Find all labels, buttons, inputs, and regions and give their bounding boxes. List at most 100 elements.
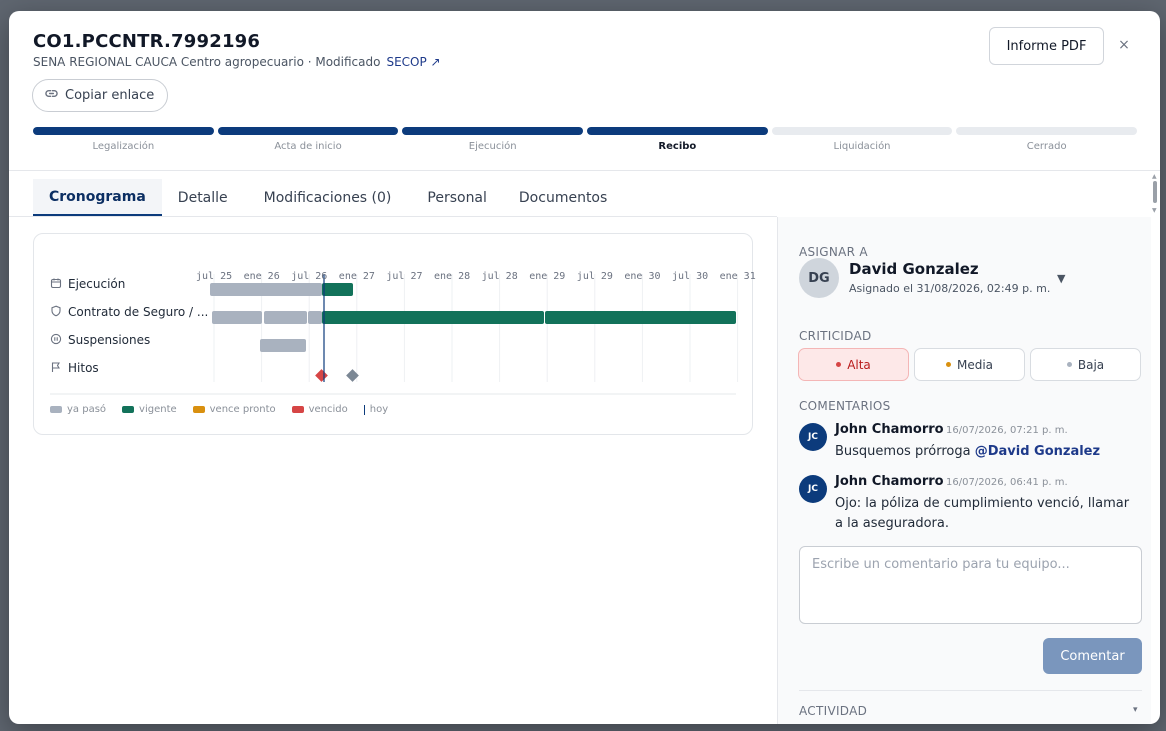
header-divider <box>9 170 1160 171</box>
tab-detalle[interactable]: Detalle <box>162 179 244 216</box>
comment-input[interactable] <box>799 546 1142 624</box>
step-label: Acta de inicio <box>274 141 342 152</box>
legend-swatch <box>50 406 62 413</box>
comment-time: 16/07/2026, 06:41 p. m. <box>946 477 1068 488</box>
scroll-up-icon[interactable]: ▲ <box>1152 173 1157 180</box>
tab-bar: Cronograma Detalle Modificaciones (0) Pe… <box>33 179 623 216</box>
tab-modificaciones[interactable]: Modificaciones (0) <box>244 179 412 216</box>
tick-label: ene 27 <box>338 271 375 282</box>
criticality-media-button[interactable]: Media <box>914 348 1025 381</box>
tabs-divider <box>9 216 777 217</box>
secop-link[interactable]: SECOP ↗ <box>386 55 440 69</box>
copy-link-label: Copiar enlace <box>65 88 155 103</box>
legend-label: vigente <box>139 404 177 415</box>
close-icon[interactable]: × <box>1114 35 1134 55</box>
tick-label: ene 30 <box>624 271 661 282</box>
scroll-down-icon[interactable]: ▼ <box>1152 207 1157 214</box>
tab-documentos[interactable]: Documentos <box>503 179 623 216</box>
scrollbar[interactable]: ▲ ▼ <box>1152 173 1158 214</box>
tick-label: jul 26 <box>291 271 328 282</box>
legend-swatch <box>192 406 205 413</box>
comment-author: John Chamorro <box>835 422 944 437</box>
dot-icon <box>836 362 842 367</box>
step-label: Recibo <box>658 141 697 152</box>
flag-icon <box>50 362 62 374</box>
legend-expired: vencido <box>291 404 348 415</box>
scrollbar-thumb[interactable] <box>1153 181 1157 203</box>
step-label: Liquidación <box>833 141 891 152</box>
timeline-bar <box>210 283 322 296</box>
step-bar <box>402 127 584 135</box>
timeline-bar <box>212 311 262 324</box>
pdf-report-button[interactable]: Informe PDF <box>989 27 1104 65</box>
step-cerrado: Cerrado <box>956 127 1138 152</box>
step-label: Ejecución <box>468 141 517 152</box>
row-ejecucion: Ejecución <box>50 277 125 291</box>
chevron-down-icon[interactable]: ▼ <box>1057 272 1065 285</box>
step-bar <box>217 127 399 135</box>
criticality-selector: Alta Media Baja <box>798 348 1141 381</box>
pause-icon <box>50 333 62 346</box>
activity-divider <box>799 690 1142 691</box>
row-label: Hitos <box>68 361 99 375</box>
timeline-legend: ya pasó vigente vence pronto vencido hoy <box>50 404 388 415</box>
timeline-card: Ejecución Contrato de Seguro / ... Suspe… <box>33 233 756 435</box>
legend-label: hoy <box>369 404 389 415</box>
tick-label: jul 28 <box>481 271 518 282</box>
step-legalizacion: Legalización <box>33 127 214 152</box>
side-panel: ASIGNAR A DG David Gonzalez Asignado el … <box>777 217 1151 724</box>
row-label: Suspensiones <box>68 333 151 347</box>
assign-title: ASIGNAR A <box>799 245 868 259</box>
mention-link[interactable]: @David Gonzalez <box>975 444 1100 459</box>
page-title: CO1.PCCNTR.7992196 <box>33 31 261 52</box>
chevron-down-icon[interactable]: ▾ <box>1133 705 1138 715</box>
legend-label: vencido <box>308 404 348 415</box>
criticality-baja-button[interactable]: Baja <box>1030 348 1141 381</box>
comments-title: COMENTARIOS <box>799 399 891 413</box>
avatar: JC <box>799 423 827 451</box>
row-suspensiones: Suspensiones <box>50 333 150 347</box>
criticality-label: Baja <box>1077 357 1105 372</box>
legend-today-line <box>363 404 365 415</box>
criticality-label: Alta <box>847 357 871 372</box>
step-liquidacion: Liquidación <box>771 127 953 152</box>
status-stepper: Legalización Acta de inicio Ejecución Re… <box>33 127 1138 152</box>
comment-submit-button[interactable]: Comentar <box>1043 638 1142 674</box>
comment-text: Ojo: la póliza de cumplimiento venció, l… <box>835 496 1130 531</box>
comment-author: John Chamorro <box>835 474 944 489</box>
link-icon <box>45 87 58 104</box>
subtitle-text: SENA REGIONAL CAUCA Centro agropecuario … <box>33 55 381 69</box>
assignee-name: David Gonzalez <box>849 260 979 278</box>
legend-today: hoy <box>363 404 389 415</box>
tick-label: ene 26 <box>243 271 280 282</box>
copy-link-button[interactable]: Copiar enlace <box>32 79 168 112</box>
tab-cronograma[interactable]: Cronograma <box>33 179 162 216</box>
step-label: Cerrado <box>1026 141 1067 152</box>
legend-active: vigente <box>122 404 177 415</box>
comment-text: Busquemos prórroga @David Gonzalez <box>835 442 1135 462</box>
tick-label: jul 27 <box>386 271 423 282</box>
dot-icon <box>1066 362 1072 367</box>
step-bar <box>33 127 214 135</box>
assignee-date: Asignado el 31/08/2026, 02:49 p. m. <box>849 282 1051 295</box>
timeline-bar <box>545 311 736 324</box>
row-hitos: Hitos <box>50 361 99 375</box>
step-recibo: Recibo <box>587 127 768 152</box>
activity-title[interactable]: ACTIVIDAD <box>799 704 867 718</box>
timeline-bar <box>308 311 322 324</box>
step-ejecucion: Ejecución <box>402 127 584 152</box>
step-acta-de-inicio: Acta de inicio <box>217 127 399 152</box>
tick-label: ene 31 <box>719 271 756 282</box>
legend-label: ya pasó <box>67 404 107 415</box>
subtitle: SENA REGIONAL CAUCA Centro agropecuario … <box>33 55 441 69</box>
calendar-icon <box>50 278 62 290</box>
criticality-alta-button[interactable]: Alta <box>798 348 909 381</box>
timeline-bar <box>260 339 306 352</box>
contract-modal: CO1.PCCNTR.7992196 SENA REGIONAL CAUCA C… <box>9 11 1160 724</box>
step-bar <box>956 127 1138 135</box>
criticality-title: CRITICIDAD <box>799 329 872 343</box>
legend-expiring: vence pronto <box>192 404 276 415</box>
timeline-bar <box>322 311 544 324</box>
shield-icon <box>50 305 62 318</box>
tab-personal[interactable]: Personal <box>411 179 503 216</box>
